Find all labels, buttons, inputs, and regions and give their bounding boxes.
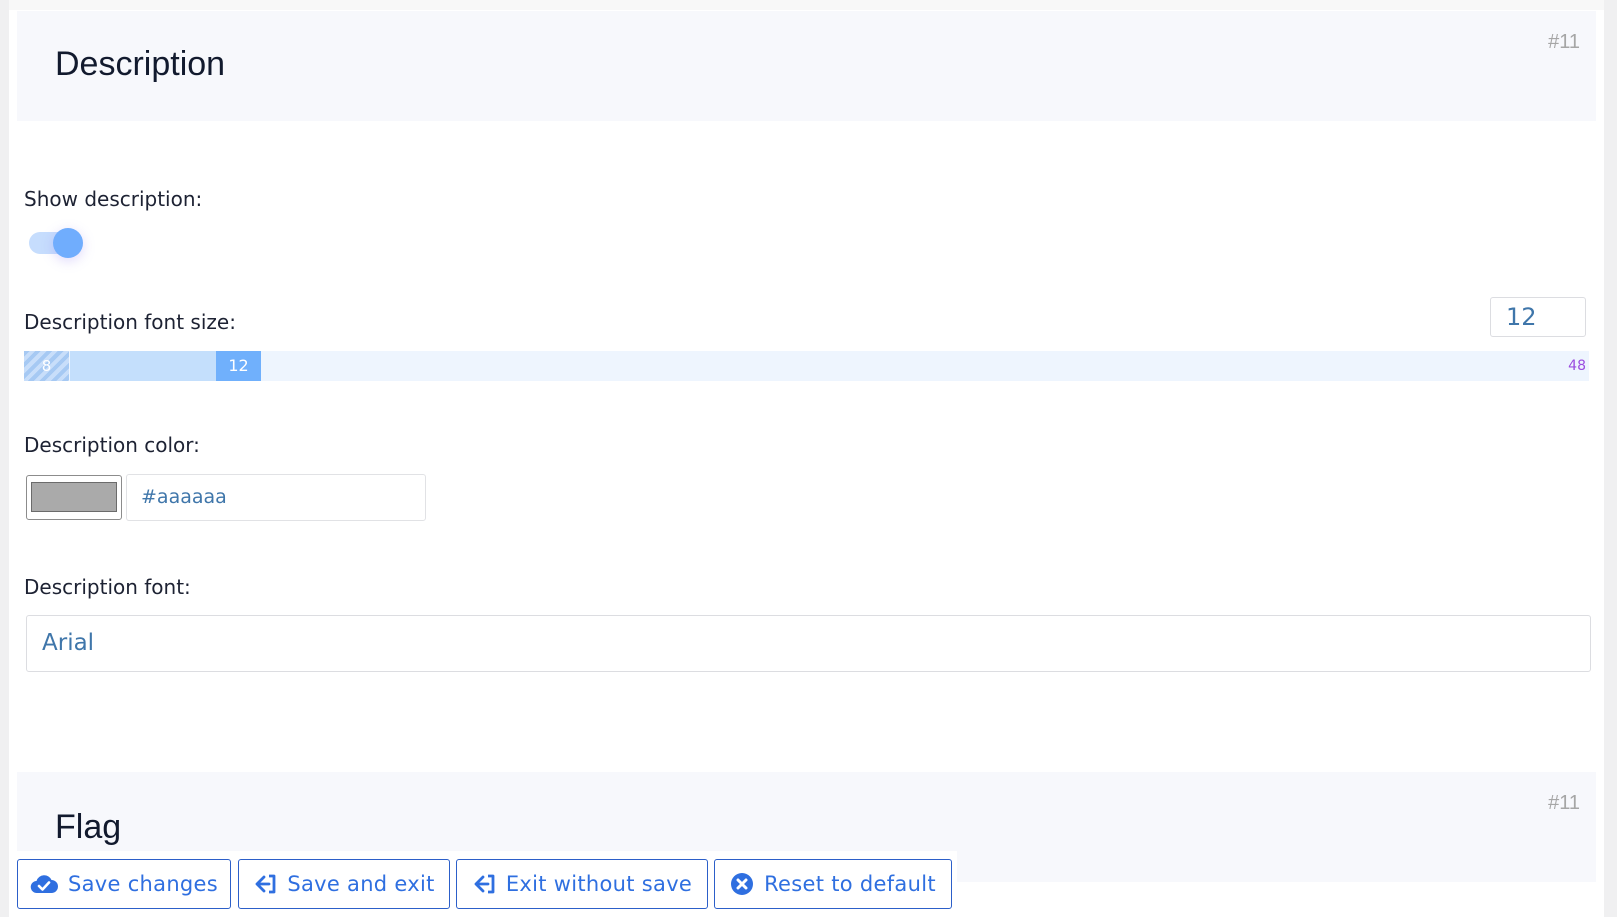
exit-without-save-label: Exit without save <box>505 872 693 896</box>
save-changes-label: Save changes <box>67 872 219 896</box>
color-swatch <box>31 482 117 512</box>
color-input[interactable]: #aaaaaa <box>126 474 426 521</box>
slider-min-label: 8 <box>24 351 69 381</box>
slider-max-label: 48 <box>1568 358 1586 374</box>
font-size-input[interactable]: 12 <box>1490 297 1586 337</box>
show-description-label: Show description: <box>24 187 203 211</box>
reset-to-default-label: Reset to default <box>764 872 936 896</box>
toggle-knob <box>53 228 83 258</box>
slider-handle[interactable]: 12 <box>216 351 261 381</box>
color-swatch-button[interactable] <box>26 475 122 520</box>
exit-without-save-button[interactable]: Exit without save <box>456 859 708 909</box>
cloud-check-icon <box>30 873 58 895</box>
font-size-slider[interactable]: 8 12 48 <box>24 351 1589 381</box>
section-number: #11 <box>1548 31 1580 53</box>
show-description-toggle[interactable] <box>29 228 89 260</box>
exit-arrow-icon <box>253 873 277 895</box>
save-and-exit-label: Save and exit <box>287 872 435 896</box>
save-and-exit-button[interactable]: Save and exit <box>238 859 450 909</box>
close-circle-icon <box>730 872 754 896</box>
save-changes-button[interactable]: Save changes <box>17 859 231 909</box>
section-title: Flag <box>55 808 122 846</box>
slider-fill <box>70 351 216 381</box>
reset-to-default-button[interactable]: Reset to default <box>714 859 952 909</box>
font-label: Description font: <box>24 575 191 599</box>
font-size-label: Description font size: <box>24 310 236 334</box>
color-label: Description color: <box>24 433 200 457</box>
top-strip <box>9 0 1604 10</box>
font-select[interactable]: Arial <box>26 615 1591 672</box>
section-number: #11 <box>1548 792 1580 814</box>
section-title: Description <box>55 45 226 83</box>
description-section-header: Description #11 <box>17 11 1596 121</box>
exit-arrow-icon <box>472 873 496 895</box>
